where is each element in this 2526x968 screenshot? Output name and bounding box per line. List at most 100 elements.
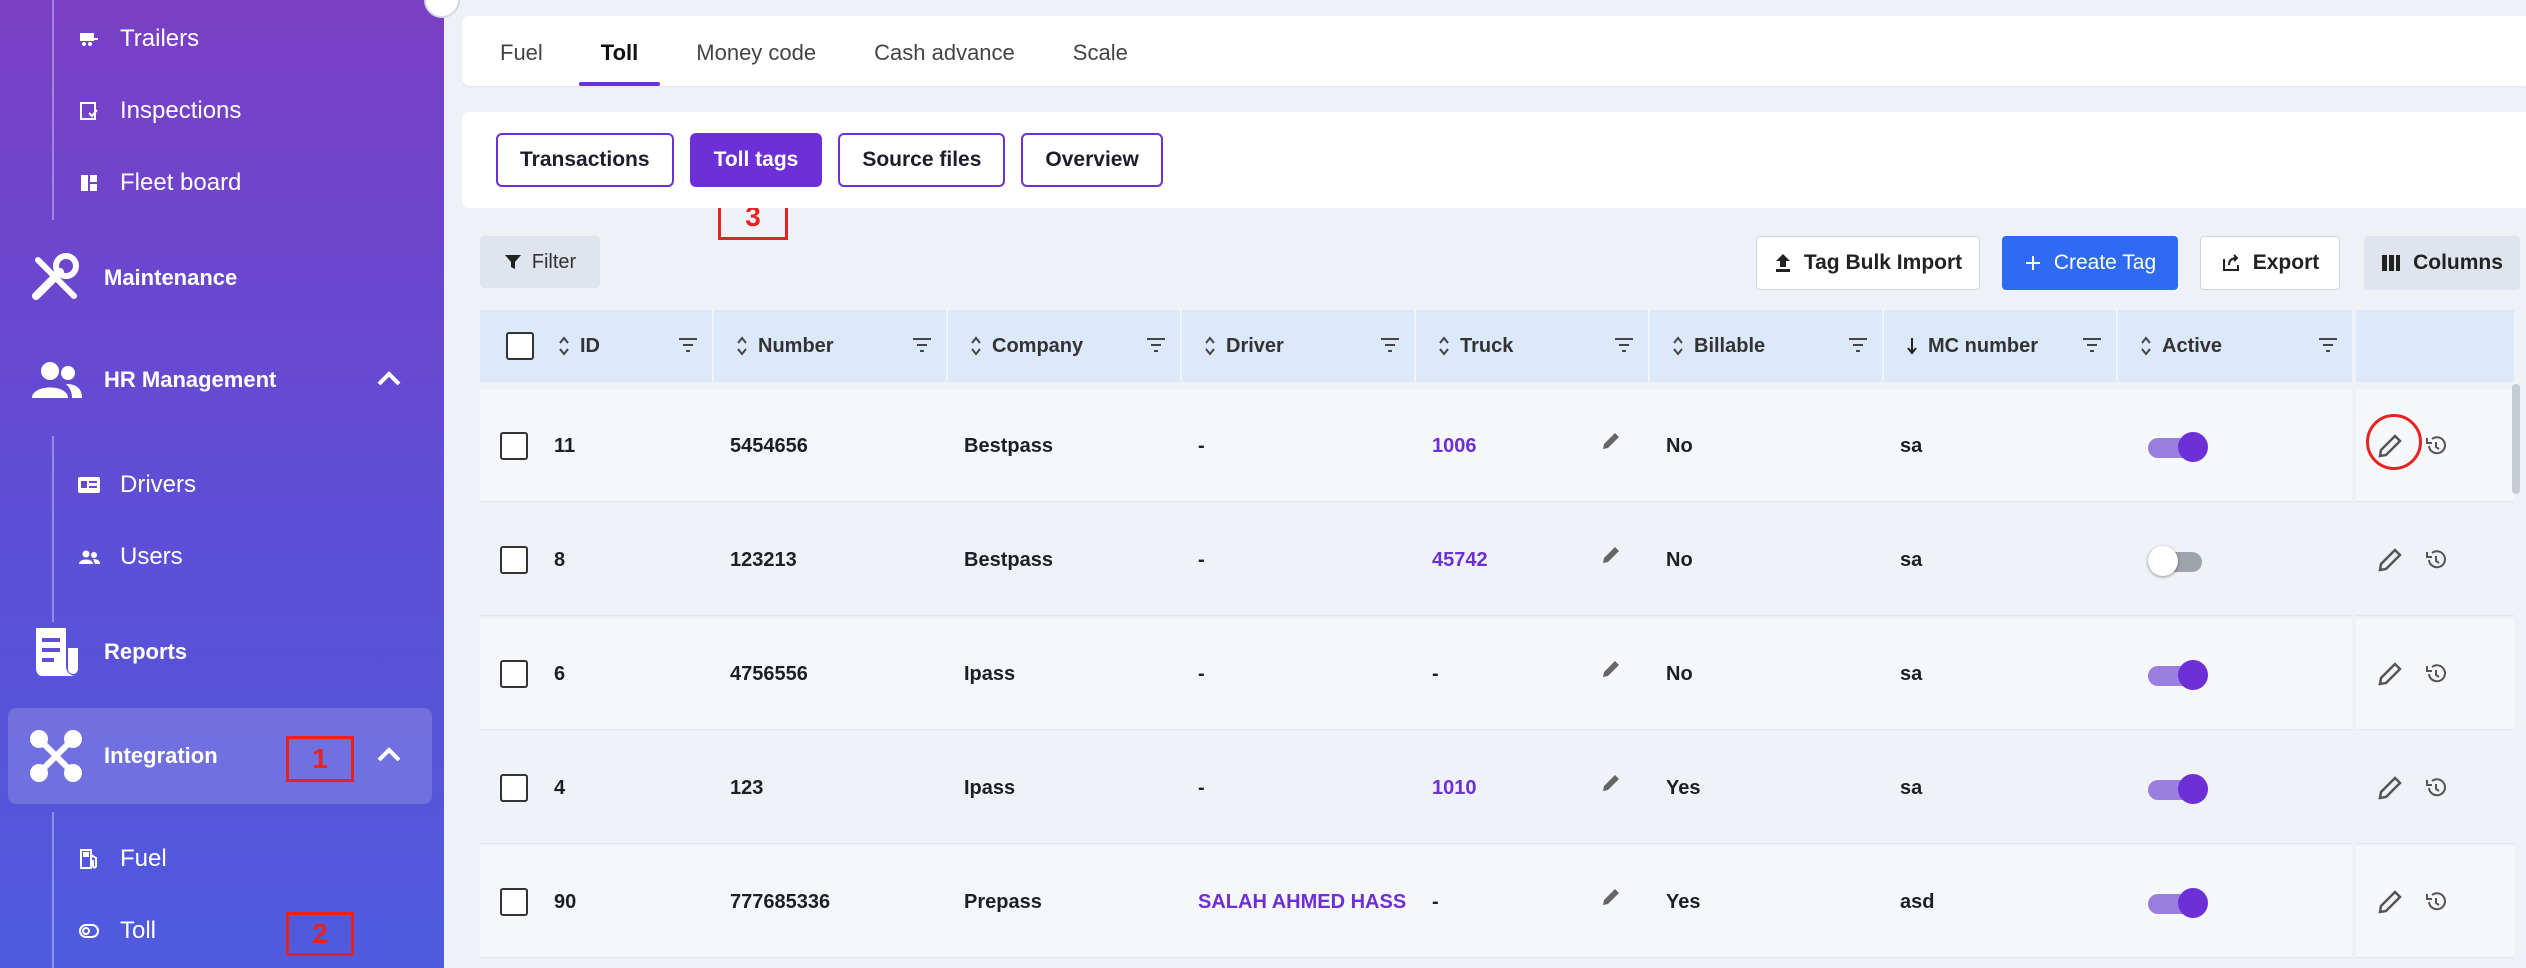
cell-driver-link[interactable]: SALAH AHMED HASS bbox=[1198, 846, 1406, 958]
cell-driver: - bbox=[1198, 662, 1205, 685]
columns-button[interactable]: Columns bbox=[2364, 236, 2520, 290]
sidebar-item-maintenance[interactable]: Maintenance bbox=[8, 230, 432, 326]
sort-icon[interactable] bbox=[1672, 336, 1684, 356]
edit-pencil-icon[interactable] bbox=[2376, 774, 2404, 802]
active-toggle[interactable] bbox=[2148, 546, 2206, 576]
cell-billable: No bbox=[1666, 434, 1693, 457]
row-checkbox[interactable] bbox=[500, 732, 528, 844]
sidebar-item-toll[interactable]: Toll bbox=[78, 906, 156, 956]
sort-icon[interactable] bbox=[736, 336, 748, 356]
history-icon[interactable] bbox=[2424, 662, 2448, 686]
edit-pencil-icon[interactable] bbox=[2376, 888, 2404, 916]
column-header-billable[interactable]: Billable bbox=[1672, 310, 1882, 382]
sidebar-item-hr-management[interactable]: HR Management bbox=[8, 332, 432, 428]
sort-icon[interactable] bbox=[970, 336, 982, 356]
tab-scale[interactable]: Scale bbox=[1073, 40, 1128, 86]
cell-company: Bestpass bbox=[964, 434, 1053, 457]
tab-cash-advance[interactable]: Cash advance bbox=[874, 40, 1015, 86]
active-toggle[interactable] bbox=[2148, 888, 2208, 918]
cell-driver: - bbox=[1198, 776, 1205, 799]
edit-truck-pencil-icon[interactable] bbox=[1600, 658, 1622, 685]
column-header-mc-number[interactable]: MC number bbox=[1906, 310, 2116, 382]
filter-icon bbox=[504, 253, 522, 271]
sort-icon[interactable] bbox=[558, 336, 570, 356]
tab-money-code[interactable]: Money code bbox=[696, 40, 816, 86]
edit-truck-pencil-icon[interactable] bbox=[1600, 886, 1622, 913]
table-row[interactable]: 90 777685336 Prepass SALAH AHMED HASS - … bbox=[480, 846, 2352, 958]
tab-toll[interactable]: Toll bbox=[578, 40, 662, 86]
table-scrollbar[interactable] bbox=[2512, 384, 2520, 494]
cell-truck-link[interactable]: 45742 bbox=[1432, 504, 1488, 616]
cell-billable: Yes bbox=[1666, 890, 1701, 913]
edit-pencil-icon[interactable] bbox=[2376, 660, 2404, 688]
sort-icon[interactable] bbox=[1204, 336, 1216, 356]
column-filter-icon[interactable] bbox=[678, 336, 698, 359]
subtab-source-files[interactable]: Source files bbox=[838, 133, 1006, 187]
subtab-overview[interactable]: Overview bbox=[1021, 133, 1163, 187]
sort-icon[interactable] bbox=[1438, 336, 1450, 356]
subtab-toll-tags[interactable]: Toll tags bbox=[689, 133, 823, 187]
table-row[interactable]: 11 5454656 Bestpass - 1006 No sa bbox=[480, 390, 2352, 502]
sidebar-item-drivers[interactable]: Drivers bbox=[78, 460, 196, 510]
column-header-driver[interactable]: Driver bbox=[1204, 310, 1414, 382]
column-header-active[interactable]: Active bbox=[2140, 310, 2352, 382]
column-filter-icon[interactable] bbox=[2318, 336, 2338, 359]
sidebar-item-reports[interactable]: Reports bbox=[8, 604, 432, 700]
column-filter-icon[interactable] bbox=[1146, 336, 1166, 359]
tab-fuel[interactable]: Fuel bbox=[500, 40, 543, 86]
history-icon[interactable] bbox=[2424, 548, 2448, 572]
active-toggle[interactable] bbox=[2148, 660, 2208, 690]
row-checkbox[interactable] bbox=[500, 618, 528, 730]
table-row[interactable]: 8 123213 Bestpass - 45742 No sa bbox=[480, 504, 2352, 616]
history-icon[interactable] bbox=[2424, 434, 2448, 458]
report-icon bbox=[28, 624, 84, 680]
row-checkbox[interactable] bbox=[500, 390, 528, 502]
sort-desc-icon[interactable] bbox=[1906, 336, 1918, 356]
column-filter-icon[interactable] bbox=[2082, 336, 2102, 359]
edit-pencil-icon[interactable] bbox=[2376, 546, 2404, 574]
active-toggle[interactable] bbox=[2148, 432, 2208, 462]
history-icon[interactable] bbox=[2424, 776, 2448, 800]
columns-label: Columns bbox=[2413, 251, 2503, 274]
sidebar-item-trailers[interactable]: Trailers bbox=[78, 14, 199, 64]
create-tag-button[interactable]: Create Tag bbox=[2002, 236, 2178, 290]
sidebar-item-users[interactable]: Users bbox=[78, 532, 183, 582]
chevron-up-icon[interactable] bbox=[376, 366, 402, 392]
edit-truck-pencil-icon[interactable] bbox=[1600, 430, 1622, 457]
export-button[interactable]: Export bbox=[2200, 236, 2340, 290]
column-header-id[interactable]: ID bbox=[558, 310, 712, 382]
sidebar-item-fleet-board[interactable]: Fleet board bbox=[78, 158, 241, 208]
table-row[interactable]: 4 123 Ipass - 1010 Yes sa bbox=[480, 732, 2352, 844]
chevron-up-icon[interactable] bbox=[376, 742, 402, 768]
sidebar-item-label: Maintenance bbox=[104, 265, 238, 290]
column-header-number[interactable]: Number bbox=[736, 310, 946, 382]
edit-truck-pencil-icon[interactable] bbox=[1600, 772, 1622, 799]
subtab-transactions[interactable]: Transactions bbox=[496, 133, 674, 187]
column-filter-icon[interactable] bbox=[1380, 336, 1400, 359]
tag-bulk-import-button[interactable]: Tag Bulk Import bbox=[1756, 236, 1980, 290]
column-header-truck[interactable]: Truck bbox=[1438, 310, 1648, 382]
history-icon[interactable] bbox=[2424, 890, 2448, 914]
inspection-icon bbox=[78, 100, 100, 122]
column-filter-icon[interactable] bbox=[912, 336, 932, 359]
row-actions bbox=[2356, 846, 2514, 958]
column-header-company[interactable]: Company bbox=[970, 310, 1180, 382]
sidebar-item-integration[interactable]: Integration bbox=[8, 708, 432, 804]
sidebar-item-fuel[interactable]: Fuel bbox=[78, 834, 167, 884]
sidebar-item-inspections[interactable]: Inspections bbox=[78, 86, 241, 136]
cell-truck-link[interactable]: 1006 bbox=[1432, 390, 1477, 502]
cell-truck-link[interactable]: 1010 bbox=[1432, 732, 1477, 844]
row-checkbox[interactable] bbox=[500, 846, 528, 958]
table-row[interactable]: 6 4756556 Ipass - - No sa bbox=[480, 618, 2352, 730]
sidebar-item-label: Toll bbox=[120, 917, 157, 944]
filter-button[interactable]: Filter bbox=[480, 236, 600, 288]
row-checkbox[interactable] bbox=[500, 504, 528, 616]
cell-mc-number: sa bbox=[1900, 548, 1923, 571]
active-toggle[interactable] bbox=[2148, 774, 2208, 804]
cell-number: 4756556 bbox=[730, 662, 808, 685]
sort-icon[interactable] bbox=[2140, 336, 2152, 356]
column-filter-icon[interactable] bbox=[1848, 336, 1868, 359]
select-all-checkbox[interactable] bbox=[506, 310, 534, 382]
edit-truck-pencil-icon[interactable] bbox=[1600, 544, 1622, 571]
column-filter-icon[interactable] bbox=[1614, 336, 1634, 359]
